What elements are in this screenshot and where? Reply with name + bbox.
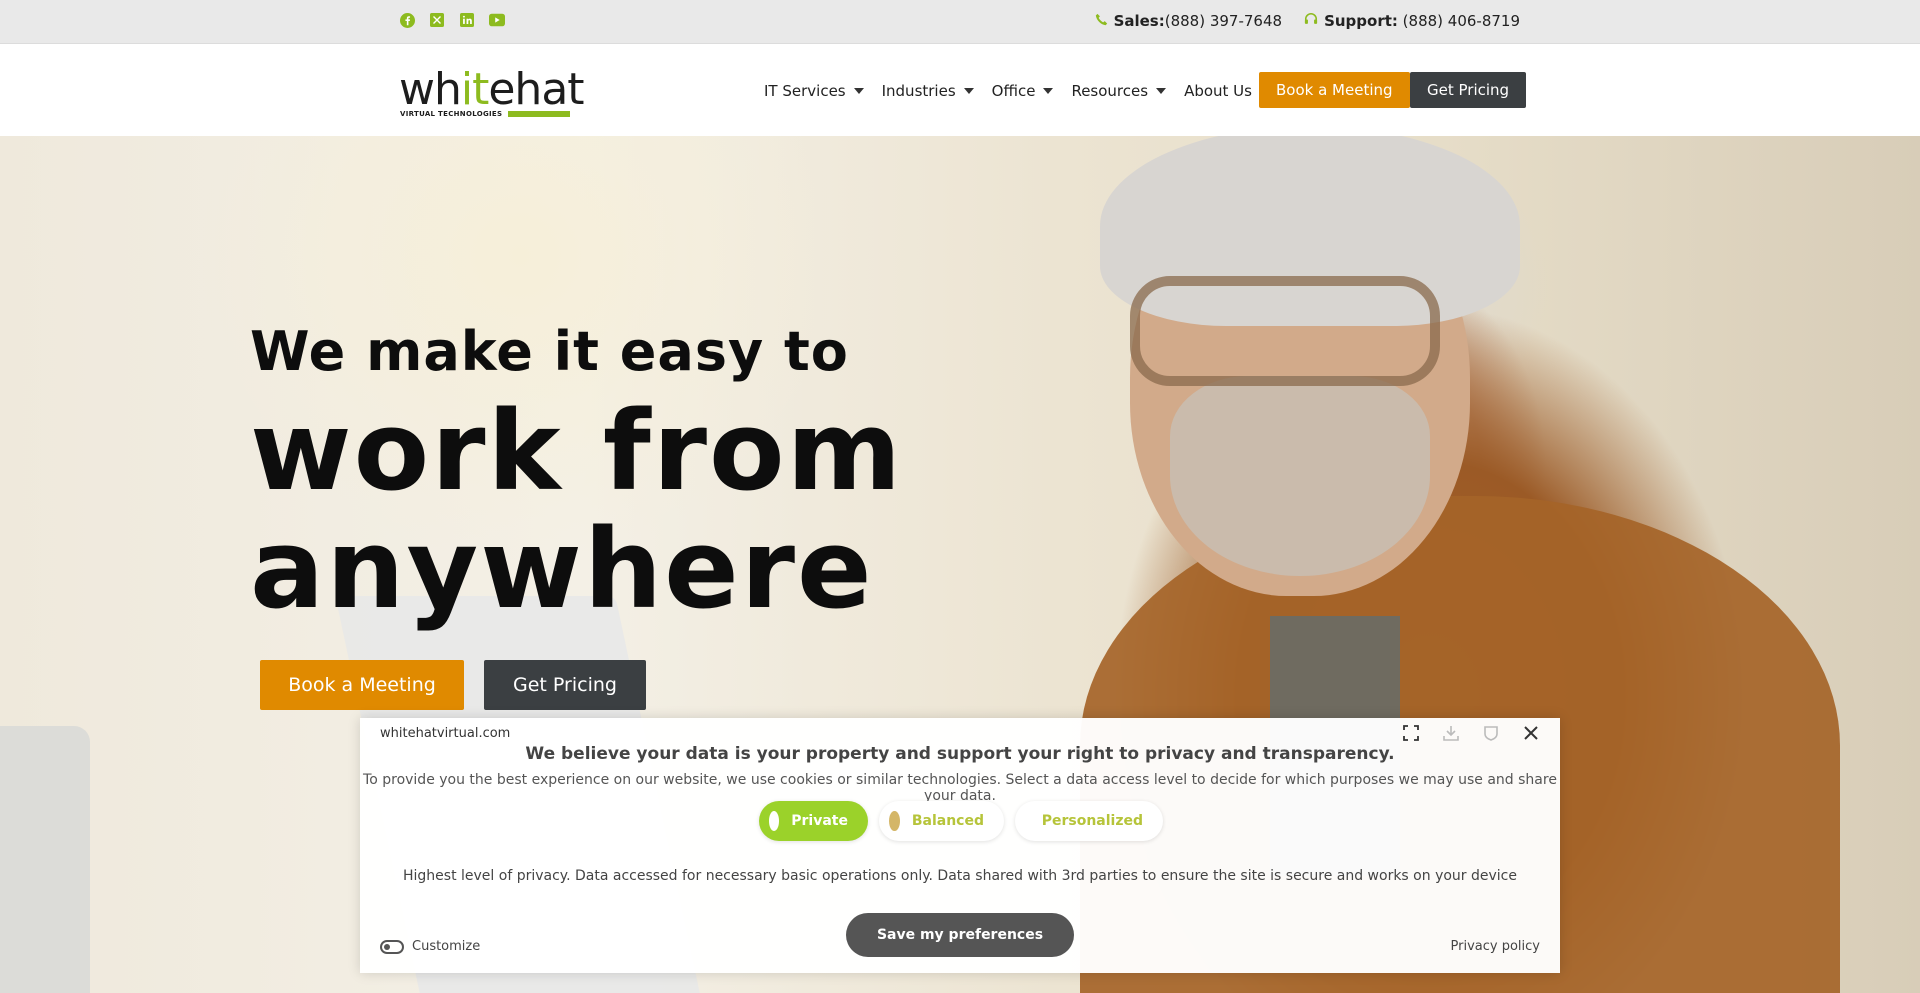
level-label: Balanced xyxy=(911,813,984,829)
hero-headline: We make it easy to work from anywhere xyxy=(250,320,904,633)
data-access-levels: Private Balanced Personalized xyxy=(759,801,1163,841)
headline-line-3: anywhere xyxy=(250,505,874,633)
support-label: Support: xyxy=(1324,12,1398,30)
close-icon[interactable] xyxy=(1522,724,1540,742)
download-icon[interactable] xyxy=(1442,724,1460,742)
social-links xyxy=(399,12,505,28)
support-phone: (888) 406-8719 xyxy=(1402,12,1520,30)
facebook-icon[interactable] xyxy=(399,12,415,28)
headline-line-1: We make it easy to xyxy=(250,320,849,383)
hero-book-meeting-button[interactable]: Book a Meeting xyxy=(260,660,464,710)
level-private-option[interactable]: Private xyxy=(759,801,868,841)
nav-label: IT Services xyxy=(764,82,846,100)
dialog-toolbar xyxy=(1402,724,1540,742)
radio-dot-icon xyxy=(889,811,900,831)
sales-label: Sales: xyxy=(1113,12,1165,30)
level-description: Highest level of privacy. Data accessed … xyxy=(403,868,1517,884)
logo-text-b: it xyxy=(460,64,490,115)
logo-text-a: wh xyxy=(399,64,462,115)
top-bar: Sales:(888) 397-7648 Support: (888) 406-… xyxy=(0,0,1920,44)
nav-about-us[interactable]: About Us xyxy=(1184,82,1270,100)
headset-icon xyxy=(1304,12,1318,30)
customize-toggle[interactable]: Customize xyxy=(380,939,480,954)
shield-icon[interactable] xyxy=(1482,724,1500,742)
hero-get-pricing-button[interactable]: Get Pricing xyxy=(484,660,646,710)
caret-down-icon xyxy=(1156,88,1167,94)
hero-photo-beard xyxy=(1170,376,1430,576)
level-personalized-option[interactable]: Personalized xyxy=(1015,801,1163,841)
caret-down-icon xyxy=(853,88,864,94)
caret-down-icon xyxy=(1043,88,1054,94)
logo-tagline: VIRTUAL TECHNOLOGIES xyxy=(400,110,503,118)
nav-office[interactable]: Office xyxy=(992,82,1054,100)
level-label: Personalized xyxy=(1041,813,1143,829)
header-get-pricing-button[interactable]: Get Pricing xyxy=(1410,72,1527,108)
level-balanced-option[interactable]: Balanced xyxy=(879,801,1004,841)
nav-resources[interactable]: Resources xyxy=(1071,82,1167,100)
nav-label: Resources xyxy=(1071,82,1149,100)
hero-photo-glasses xyxy=(1130,276,1440,386)
logo[interactable]: whitehat VIRTUAL TECHNOLOGIES xyxy=(399,68,585,119)
hero-photo-monitor xyxy=(0,726,90,993)
dialog-description: To provide you the best experience on ou… xyxy=(363,772,1557,804)
x-twitter-icon[interactable] xyxy=(429,12,445,28)
headline-line-2: work from xyxy=(250,387,904,515)
phone-icon xyxy=(1095,12,1108,30)
level-label: Private xyxy=(791,813,848,829)
contact-info: Sales:(888) 397-7648 Support: (888) 406-… xyxy=(1095,12,1520,30)
sales-phone: (888) 397-7648 xyxy=(1164,12,1283,30)
support-contact[interactable]: Support: (888) 406-8719 xyxy=(1304,12,1520,30)
nav-label: About Us xyxy=(1184,82,1252,100)
header-book-meeting-button[interactable]: Book a Meeting xyxy=(1259,72,1410,108)
radio-dot-icon xyxy=(769,811,780,831)
linkedin-icon[interactable] xyxy=(459,12,475,28)
dialog-domain: whitehatvirtual.com xyxy=(380,726,511,741)
toggle-icon xyxy=(380,939,404,954)
nav-it-services[interactable]: IT Services xyxy=(764,82,864,100)
radio-dot-icon xyxy=(1025,811,1030,831)
sales-contact[interactable]: Sales:(888) 397-7648 xyxy=(1095,12,1283,30)
save-preferences-button[interactable]: Save my preferences xyxy=(846,913,1074,957)
privacy-policy-link[interactable]: Privacy policy xyxy=(1451,939,1540,954)
dialog-title: We believe your data is your property an… xyxy=(525,744,1395,764)
logo-accent-bar xyxy=(508,111,570,117)
youtube-icon[interactable] xyxy=(489,12,505,28)
site-header: whitehat VIRTUAL TECHNOLOGIES IT Service… xyxy=(0,44,1920,136)
privacy-consent-dialog: whitehatvirtual.com We believe your data… xyxy=(360,718,1560,973)
nav-label: Industries xyxy=(881,82,956,100)
nav-industries[interactable]: Industries xyxy=(882,82,974,100)
caret-down-icon xyxy=(963,88,974,94)
main-nav: IT Services Industries Office Resources … xyxy=(764,82,1270,100)
logo-text-c: ehat xyxy=(488,64,584,115)
expand-icon[interactable] xyxy=(1402,724,1420,742)
customize-label: Customize xyxy=(412,939,481,954)
nav-label: Office xyxy=(991,82,1036,100)
